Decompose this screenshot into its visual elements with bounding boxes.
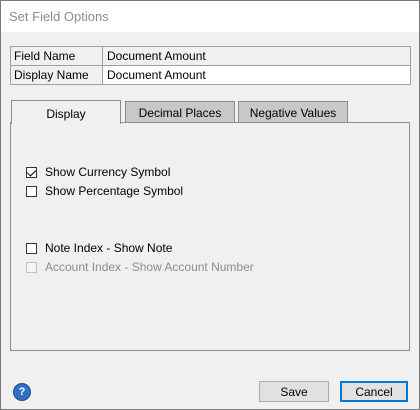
- show-percentage-symbol-checkbox[interactable]: [26, 185, 37, 197]
- show-currency-symbol-label: Show Currency Symbol: [45, 165, 171, 179]
- cancel-button[interactable]: Cancel: [340, 381, 408, 402]
- display-tab-panel: [10, 122, 410, 351]
- note-index-show-note-checkbox[interactable]: [26, 242, 37, 254]
- show-currency-symbol-option[interactable]: Show Currency Symbol: [26, 164, 170, 180]
- field-grid: Field Name Document Amount Display Name …: [10, 46, 411, 85]
- display-name-label: Display Name: [11, 66, 103, 84]
- window-title: Set Field Options: [9, 9, 109, 24]
- note-index-show-note-option[interactable]: Note Index - Show Note: [26, 240, 172, 256]
- save-button[interactable]: Save: [259, 381, 329, 402]
- show-currency-symbol-checkbox[interactable]: [26, 166, 37, 178]
- tab-display[interactable]: Display: [11, 100, 121, 124]
- show-percentage-symbol-label: Show Percentage Symbol: [45, 184, 184, 198]
- display-name-input[interactable]: Document Amount: [103, 66, 411, 84]
- tab-negative-values[interactable]: Negative Values: [238, 101, 348, 123]
- title-bar: Set Field Options: [1, 1, 419, 32]
- display-name-row: Display Name Document Amount: [11, 66, 411, 85]
- field-name-row: Field Name Document Amount: [11, 47, 411, 66]
- tab-decimal-places[interactable]: Decimal Places: [125, 101, 235, 123]
- field-name-label: Field Name: [11, 47, 103, 65]
- show-percentage-symbol-option[interactable]: Show Percentage Symbol: [26, 183, 183, 199]
- set-field-options-dialog: Set Field Options Field Name Document Am…: [0, 0, 420, 410]
- note-index-show-note-label: Note Index - Show Note: [45, 241, 173, 255]
- account-index-show-account-number-checkbox: [26, 261, 37, 273]
- account-index-show-account-number-option: Account Index - Show Account Number: [26, 259, 254, 275]
- field-name-value: Document Amount: [103, 47, 411, 65]
- account-index-show-account-number-label: Account Index - Show Account Number: [45, 260, 254, 274]
- question-mark-icon[interactable]: ?: [13, 383, 31, 401]
